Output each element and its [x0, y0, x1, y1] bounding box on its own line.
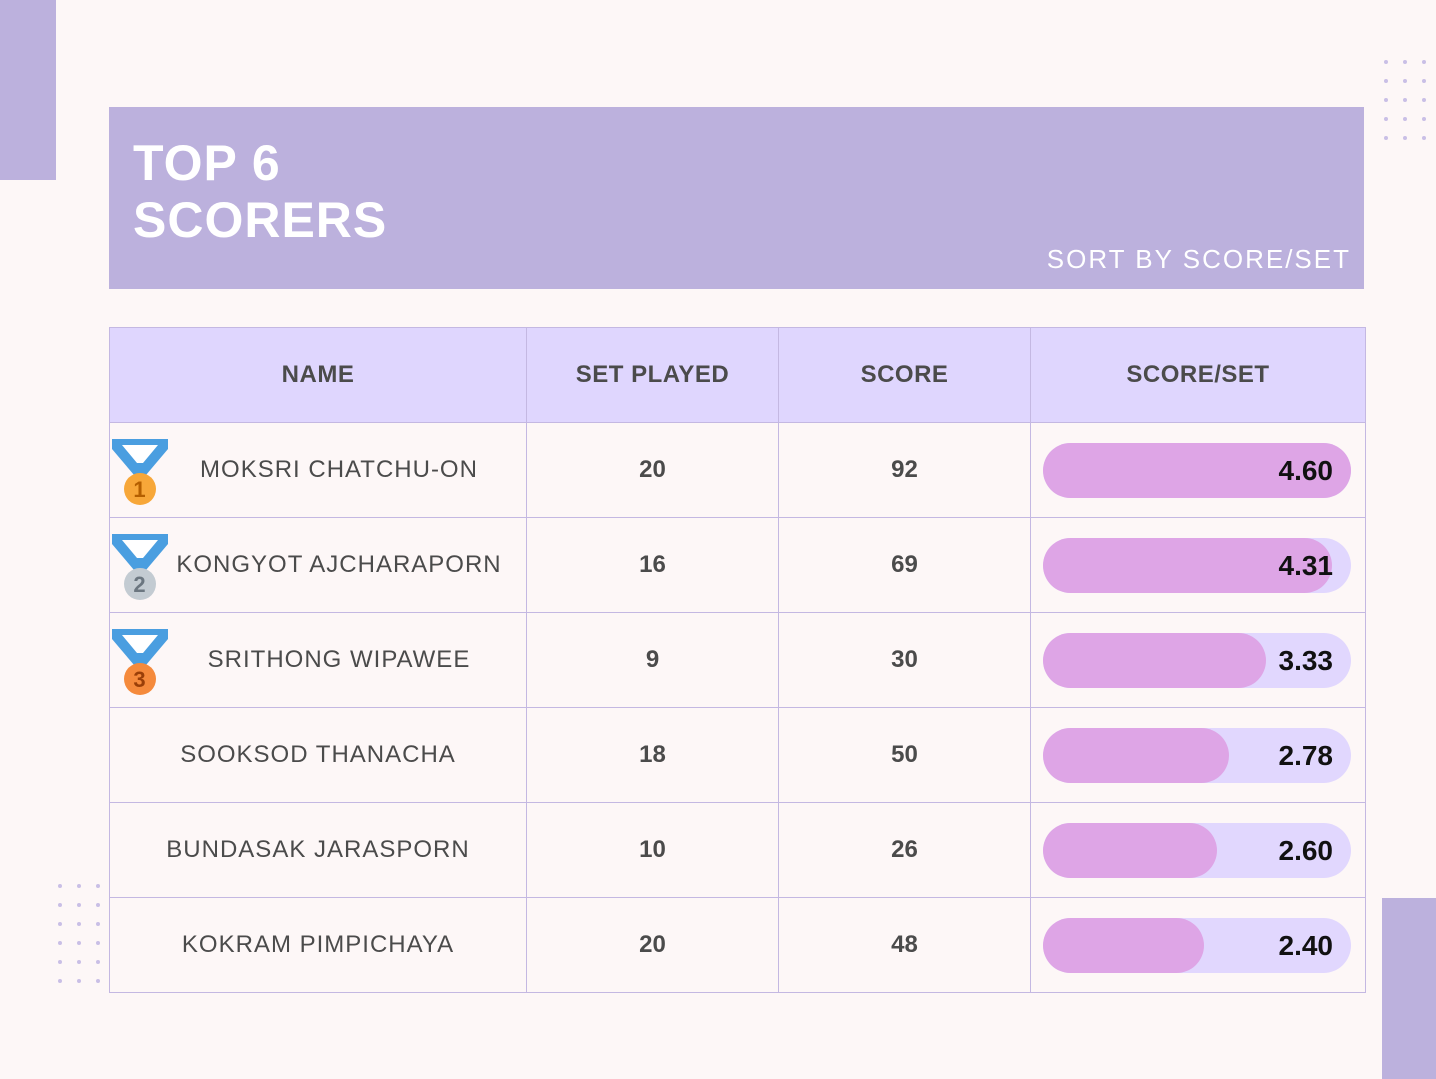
name-cell: BUNDASAK JARASPORN	[109, 802, 527, 898]
scorers-table: NAME SET PLAYED SCORE SCORE/SET 1 MOKSRI …	[109, 327, 1366, 993]
decor-dots-bottom-left	[50, 876, 107, 990]
page-title: TOP 6 SCORERS	[133, 135, 387, 249]
title-banner: TOP 6 SCORERS SORT BY SCORE/SET	[109, 107, 1364, 289]
sets-cell: 16	[526, 517, 779, 613]
player-name: BUNDASAK JARASPORN	[166, 836, 470, 863]
sets-cell: 18	[526, 707, 779, 803]
sets-cell: 10	[526, 802, 779, 898]
table-row: SOOKSOD THANACHA 18 50 2.78	[109, 707, 1366, 803]
ratio-bar-fill	[1043, 822, 1218, 878]
ratio-value: 4.60	[1278, 454, 1334, 486]
ratio-cell: 2.40	[1030, 897, 1366, 993]
ratio-value: 2.40	[1278, 929, 1334, 961]
ratio-bar: 2.78	[1043, 727, 1351, 783]
ratio-cell: 3.33	[1030, 612, 1366, 708]
ratio-bar: 4.60	[1043, 442, 1351, 498]
player-name: SRITHONG WIPAWEE	[207, 646, 471, 673]
ratio-bar-fill	[1043, 632, 1266, 688]
column-header-ratio: SCORE/SET	[1030, 327, 1366, 423]
table-row: KOKRAM PIMPICHAYA 20 48 2.40	[109, 897, 1366, 993]
score-cell: 69	[778, 517, 1031, 613]
sort-subtitle: SORT BY SCORE/SET	[1046, 244, 1351, 274]
table-row: 1 MOKSRI CHATCHU-ON 20 92 4.60	[109, 422, 1366, 518]
ratio-value: 2.78	[1278, 739, 1334, 771]
decor-dots-top-right	[1376, 52, 1433, 147]
sets-cell: 9	[526, 612, 779, 708]
table-row: 3 SRITHONG WIPAWEE 9 30 3.33	[109, 612, 1366, 708]
medal-icon: 3	[112, 629, 168, 695]
table-header-row: NAME SET PLAYED SCORE SCORE/SET	[109, 327, 1366, 423]
player-name: MOKSRI CHATCHU-ON	[200, 456, 478, 483]
player-name: KOKRAM PIMPICHAYA	[181, 931, 455, 958]
medal-icon: 1	[112, 439, 168, 505]
ratio-value: 4.31	[1278, 549, 1334, 581]
score-cell: 48	[778, 897, 1031, 993]
ratio-value: 2.60	[1278, 834, 1334, 866]
title-line-2: SCORERS	[133, 192, 388, 248]
score-cell: 30	[778, 612, 1031, 708]
ratio-cell: 2.78	[1030, 707, 1366, 803]
medal-rank: 1	[133, 477, 146, 502]
ratio-cell: 4.31	[1030, 517, 1366, 613]
column-header-score: SCORE	[778, 327, 1031, 423]
score-cell: 26	[778, 802, 1031, 898]
name-cell: 3 SRITHONG WIPAWEE	[109, 612, 527, 708]
ratio-cell: 4.60	[1030, 422, 1366, 518]
ratio-cell: 2.60	[1030, 802, 1366, 898]
sets-cell: 20	[526, 422, 779, 518]
ratio-bar: 3.33	[1043, 632, 1351, 688]
title-line-1: TOP 6	[133, 135, 281, 191]
table-row: 2 KONGYOT AJCHARAPORN 16 69 4.31	[109, 517, 1366, 613]
score-cell: 92	[778, 422, 1031, 518]
column-header-name: NAME	[109, 327, 527, 423]
ratio-bar: 4.31	[1043, 537, 1351, 593]
decor-block-top-left	[0, 0, 56, 180]
ratio-bar-fill	[1043, 917, 1204, 973]
medal-icon: 2	[112, 534, 168, 600]
name-cell: 2 KONGYOT AJCHARAPORN	[109, 517, 527, 613]
ratio-value: 3.33	[1278, 644, 1334, 676]
medal-rank: 2	[133, 572, 146, 597]
sets-cell: 20	[526, 897, 779, 993]
decor-block-bottom-right	[1382, 898, 1436, 1079]
name-cell: 1 MOKSRI CHATCHU-ON	[109, 422, 527, 518]
name-cell: KOKRAM PIMPICHAYA	[109, 897, 527, 993]
name-cell: SOOKSOD THANACHA	[109, 707, 527, 803]
column-header-sets: SET PLAYED	[526, 327, 779, 423]
ratio-bar: 2.60	[1043, 822, 1351, 878]
ratio-bar: 2.40	[1043, 917, 1351, 973]
table-row: BUNDASAK JARASPORN 10 26 2.60	[109, 802, 1366, 898]
player-name: SOOKSOD THANACHA	[180, 741, 456, 768]
player-name: KONGYOT AJCHARAPORN	[176, 551, 502, 578]
score-cell: 50	[778, 707, 1031, 803]
medal-rank: 3	[133, 667, 146, 692]
ratio-bar-fill	[1043, 727, 1230, 783]
